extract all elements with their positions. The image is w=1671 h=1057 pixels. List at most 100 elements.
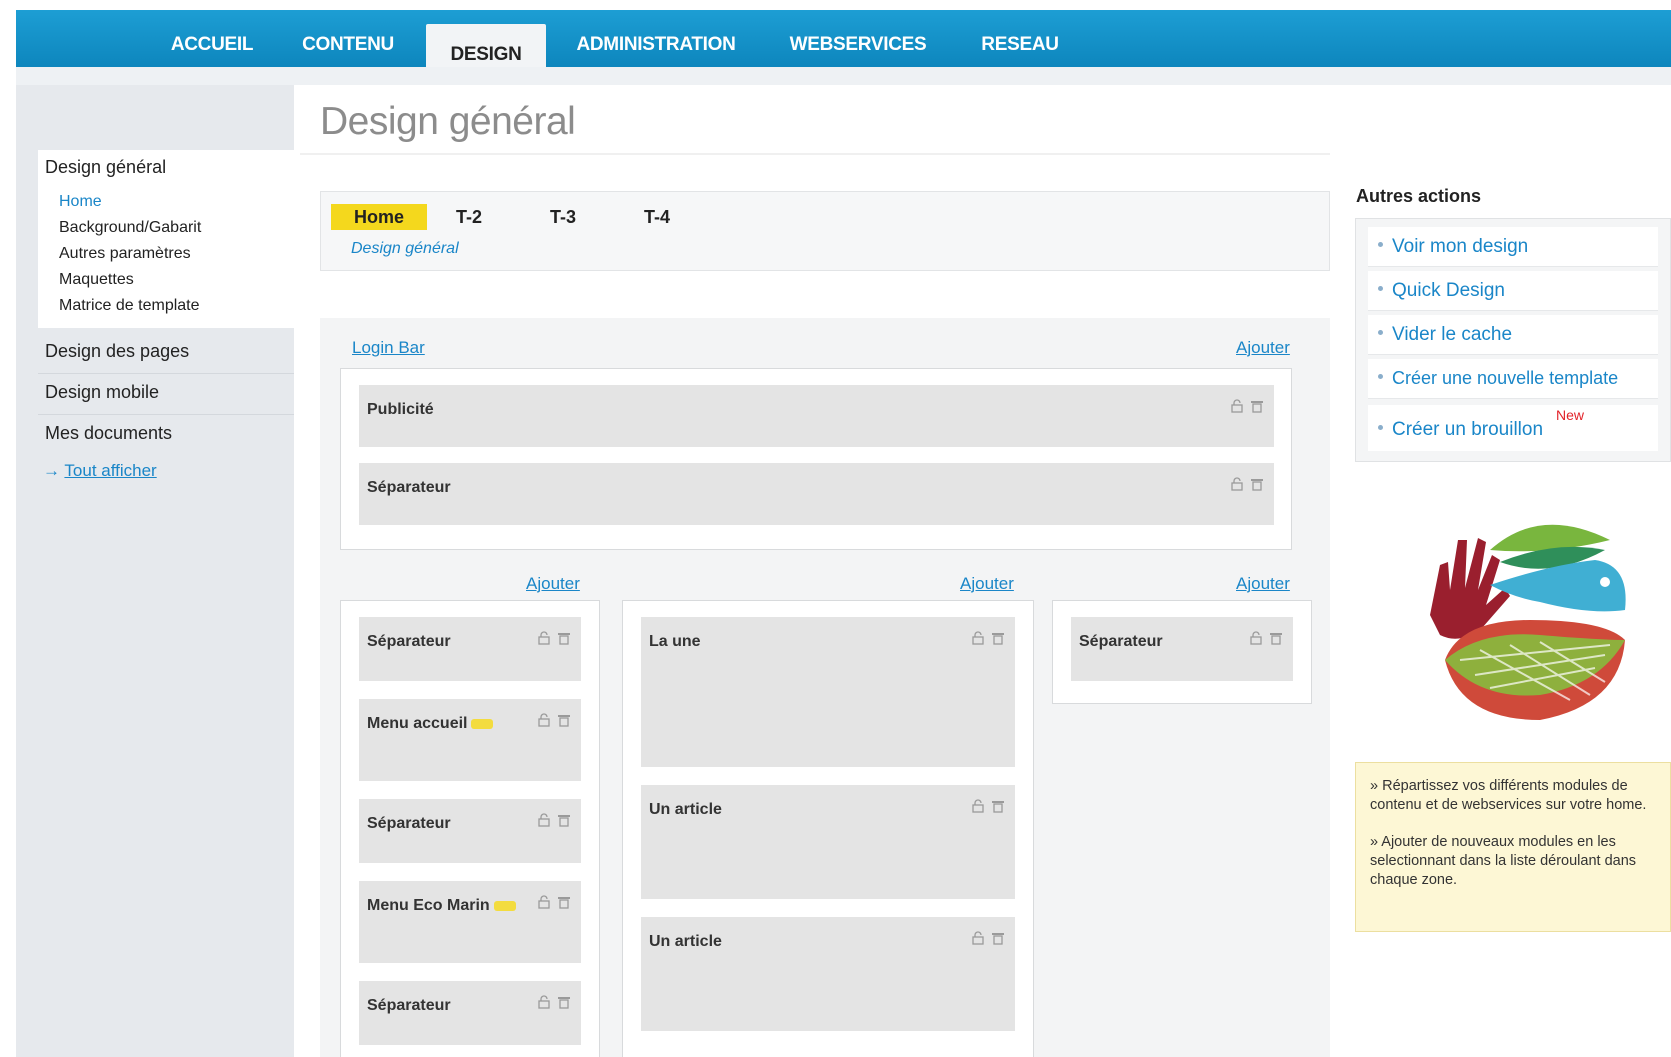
- sidebar-subitem-matrice[interactable]: Matrice de template: [59, 297, 200, 315]
- trash-icon[interactable]: [991, 931, 1005, 945]
- action-label: Créer un brouillon: [1392, 419, 1544, 440]
- module-block[interactable]: Séparateur: [359, 463, 1274, 525]
- sidebar-subitem-home[interactable]: Home: [59, 193, 102, 211]
- eco-marin-logo: [1430, 524, 1626, 720]
- add-right-zone-button[interactable]: Ajouter: [1236, 574, 1290, 594]
- sub-bar: [16, 67, 1671, 85]
- trash-icon[interactable]: [991, 799, 1005, 813]
- trash-icon[interactable]: [991, 631, 1005, 645]
- action-voir-mon-design[interactable]: Voir mon design: [1368, 227, 1658, 267]
- sidebar-subitem-autres-parametres[interactable]: Autres paramètres: [59, 245, 191, 263]
- trash-icon[interactable]: [1269, 631, 1283, 645]
- layout-editor: Login Bar Ajouter Publicité Séparateur A…: [320, 318, 1330, 1057]
- action-quick-design[interactable]: Quick Design: [1368, 271, 1658, 311]
- module-label: Séparateur: [367, 633, 451, 650]
- module-block[interactable]: Un article: [641, 785, 1015, 899]
- lock-icon[interactable]: [1230, 399, 1244, 413]
- trash-icon[interactable]: [557, 995, 571, 1009]
- module-block[interactable]: Menu Eco Marin: [359, 881, 581, 963]
- action-vider-cache[interactable]: Vider le cache: [1368, 315, 1658, 355]
- trash-icon[interactable]: [557, 813, 571, 827]
- gold-badge-icon: [493, 900, 516, 911]
- module-block[interactable]: Publicité: [359, 385, 1274, 447]
- module-label: Un article: [649, 801, 722, 818]
- trash-icon[interactable]: [1250, 399, 1264, 413]
- lock-icon[interactable]: [537, 713, 551, 727]
- sidebar-divider: [38, 414, 294, 415]
- trash-icon[interactable]: [1250, 477, 1264, 491]
- sidebar-item-design-mobile[interactable]: Design mobile: [45, 382, 159, 403]
- center-zone: La une Un article Un article: [622, 600, 1034, 1057]
- sidebar-subitem-maquettes[interactable]: Maquettes: [59, 271, 134, 289]
- title-divider: [300, 153, 1330, 155]
- action-creer-brouillon[interactable]: Créer un brouillon New: [1368, 405, 1658, 451]
- bullet-icon: [1378, 330, 1383, 335]
- other-actions-panel: Voir mon design Quick Design Vider le ca…: [1355, 218, 1671, 462]
- show-all-label: Tout afficher: [64, 461, 157, 480]
- login-bar-link[interactable]: Login Bar: [352, 338, 425, 358]
- module-block[interactable]: Séparateur: [359, 617, 581, 681]
- lock-icon[interactable]: [537, 631, 551, 645]
- tab-t3[interactable]: T-3: [543, 204, 583, 230]
- page-title: Design général: [320, 100, 576, 143]
- trash-icon[interactable]: [557, 631, 571, 645]
- sidebar-item-design-pages[interactable]: Design des pages: [45, 341, 189, 362]
- nav-tab-accueil[interactable]: ACCUEIL: [166, 10, 258, 67]
- module-label: Séparateur: [367, 997, 451, 1014]
- help-tip-1: » Répartissez vos différents modules de …: [1370, 778, 1647, 813]
- module-block[interactable]: Séparateur: [359, 981, 581, 1045]
- gold-badge-icon: [471, 718, 494, 729]
- module-label: La une: [649, 633, 701, 650]
- help-tip-2: » Ajouter de nouveaux modules en les sel…: [1370, 834, 1637, 888]
- arrow-right-icon: →: [43, 461, 60, 480]
- lock-icon[interactable]: [537, 895, 551, 909]
- leaf-shape: [1490, 524, 1610, 552]
- nav-tab-reseau[interactable]: RESEAU: [976, 10, 1064, 67]
- tab-home[interactable]: Home: [331, 204, 427, 230]
- lock-icon[interactable]: [971, 631, 985, 645]
- bullet-icon: [1378, 374, 1383, 379]
- help-tip-box: » Répartissez vos différents modules de …: [1355, 762, 1671, 932]
- module-block[interactable]: Un article: [641, 917, 1015, 1031]
- sidebar-item-mes-documents[interactable]: Mes documents: [45, 423, 172, 444]
- template-subtitle-link[interactable]: Design général: [351, 240, 459, 258]
- add-left-zone-button[interactable]: Ajouter: [526, 574, 580, 594]
- bullet-icon: [1378, 286, 1383, 291]
- sidebar-item-design-general[interactable]: Design général: [45, 157, 166, 178]
- action-nouvelle-template[interactable]: Créer une nouvelle template: [1368, 359, 1658, 399]
- show-all-link[interactable]: → Tout afficher: [43, 461, 157, 481]
- module-block[interactable]: Séparateur: [359, 799, 581, 863]
- nav-tab-administration[interactable]: ADMINISTRATION: [572, 10, 740, 67]
- add-top-zone-button[interactable]: Ajouter: [1236, 338, 1290, 358]
- sidebar-subitem-background[interactable]: Background/Gabarit: [59, 219, 201, 237]
- tab-t2[interactable]: T-2: [449, 204, 489, 230]
- module-block[interactable]: Séparateur: [1071, 617, 1293, 681]
- bullet-icon: [1378, 242, 1383, 247]
- module-block[interactable]: Menu accueil: [359, 699, 581, 781]
- nav-tab-webservices[interactable]: WEBSERVICES: [786, 10, 930, 67]
- nav-tab-contenu[interactable]: CONTENU: [298, 10, 398, 67]
- lock-icon[interactable]: [537, 813, 551, 827]
- action-label: Créer une nouvelle template: [1392, 368, 1619, 388]
- lock-icon[interactable]: [1249, 631, 1263, 645]
- action-label: Voir mon design: [1392, 236, 1529, 257]
- new-badge: New: [1556, 407, 1585, 423]
- bullet-icon: [1378, 425, 1383, 430]
- action-label: Vider le cache: [1392, 324, 1513, 345]
- lock-icon[interactable]: [537, 995, 551, 1009]
- module-label: Menu Eco Marin: [367, 897, 516, 915]
- trash-icon[interactable]: [557, 895, 571, 909]
- module-label: Séparateur: [1079, 633, 1163, 650]
- module-label: Séparateur: [367, 479, 451, 496]
- lock-icon[interactable]: [971, 931, 985, 945]
- sidebar: Design général Home Background/Gabarit A…: [16, 85, 294, 1057]
- module-label: Menu accueil: [367, 715, 494, 733]
- top-zone: Publicité Séparateur: [340, 368, 1292, 550]
- lock-icon[interactable]: [971, 799, 985, 813]
- sidebar-divider: [38, 373, 294, 374]
- tab-t4[interactable]: T-4: [637, 204, 677, 230]
- add-center-zone-button[interactable]: Ajouter: [960, 574, 1014, 594]
- lock-icon[interactable]: [1230, 477, 1244, 491]
- trash-icon[interactable]: [557, 713, 571, 727]
- module-block[interactable]: La une: [641, 617, 1015, 767]
